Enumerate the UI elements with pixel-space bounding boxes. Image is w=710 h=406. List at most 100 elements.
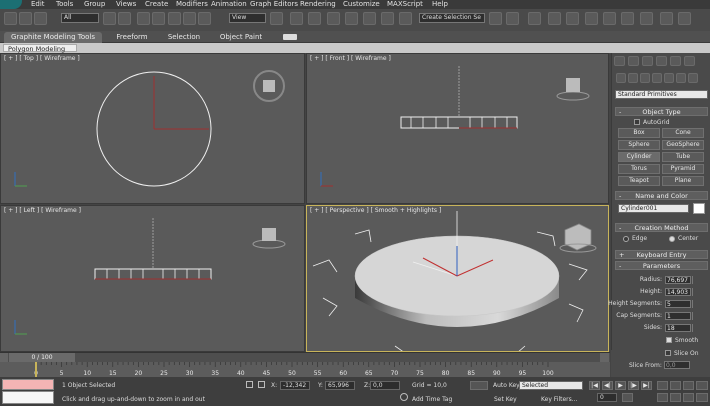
transform-mode-icon[interactable] (258, 381, 265, 388)
link-icon[interactable] (4, 12, 17, 25)
viewport-top-label[interactable]: [ + ] [ Top ] [ Wireframe ] (4, 55, 80, 62)
sides-field[interactable]: 18 (665, 324, 691, 332)
menu-maxscript[interactable]: MAXScript (387, 0, 423, 9)
tab-object-paint[interactable]: Object Paint (215, 32, 267, 43)
select-manipulate-icon[interactable] (290, 12, 303, 25)
radius-spinner[interactable] (692, 276, 697, 284)
go-to-start-icon[interactable]: |◀ (589, 381, 600, 390)
previous-frame-icon[interactable]: ◀| (602, 381, 613, 390)
material-editor-icon[interactable] (603, 12, 616, 25)
height-field[interactable]: 14,903 (665, 288, 691, 296)
schematic-view-icon[interactable] (585, 12, 598, 25)
time-slider-thumb[interactable]: 0 / 100 (9, 353, 75, 362)
space-warps-icon[interactable] (676, 73, 686, 83)
geosphere-button[interactable]: GeoSphere (662, 140, 704, 150)
cameras-icon[interactable] (652, 73, 662, 83)
radius-field[interactable]: 76,697 (665, 276, 691, 284)
systems-icon[interactable] (688, 73, 698, 83)
menu-rendering[interactable]: Rendering (300, 0, 336, 9)
key-filters-button[interactable]: Key Filters... (541, 396, 578, 403)
maxscript-listener-white[interactable] (2, 391, 54, 404)
height-spinner[interactable] (692, 288, 697, 296)
time-configuration-icon[interactable] (622, 393, 633, 402)
rendered-frame-window-icon[interactable] (640, 12, 653, 25)
object-color-swatch[interactable] (693, 203, 705, 214)
cone-button[interactable]: Cone (662, 128, 704, 138)
tube-button[interactable]: Tube (662, 152, 704, 162)
current-frame-marker[interactable] (35, 362, 37, 377)
selection-filter-dropdown[interactable]: All (61, 13, 99, 23)
auto-key-button[interactable]: Auto Key (493, 382, 520, 389)
track-bar[interactable]: 0510152025303540455055606570758085909510… (0, 362, 610, 377)
torus-button[interactable]: Torus (618, 164, 660, 174)
lights-icon[interactable] (640, 73, 650, 83)
create-tab-icon[interactable] (614, 56, 625, 66)
lock-selection-icon[interactable] (246, 381, 253, 388)
maximize-viewport-icon[interactable] (696, 393, 708, 402)
motion-tab-icon[interactable] (656, 56, 667, 66)
category-dropdown[interactable]: Standard Primitives (615, 90, 708, 99)
rotate-icon[interactable] (183, 12, 196, 25)
pyramid-button[interactable]: Pyramid (662, 164, 704, 174)
height-segments-spinner[interactable] (692, 300, 697, 308)
zoom-extents-icon[interactable] (683, 381, 694, 390)
zoom-all-icon[interactable] (670, 381, 681, 390)
sides-spinner[interactable] (692, 324, 697, 332)
spinner-snap-icon[interactable] (381, 12, 394, 25)
unlink-icon[interactable] (19, 12, 32, 25)
tab-selection[interactable]: Selection (163, 32, 205, 43)
zoom-extents-all-icon[interactable] (696, 381, 708, 390)
menu-help[interactable]: Help (432, 0, 448, 9)
snaps-toggle-icon[interactable] (327, 12, 340, 25)
viewport-top[interactable]: [ + ] [ Top ] [ Wireframe ] (0, 53, 305, 204)
rollout-parameters[interactable]: - Parameters (615, 261, 708, 270)
tab-graphite-modeling-tools[interactable]: Graphite Modeling Tools (4, 32, 102, 43)
reference-coordinate-dropdown[interactable]: View (229, 13, 266, 23)
x-coordinate-field[interactable]: -12,342 (280, 381, 310, 390)
menu-tools[interactable]: Tools (56, 0, 73, 9)
scale-icon[interactable] (198, 12, 211, 25)
pan-view-icon[interactable] (670, 393, 681, 402)
polygon-modeling-button[interactable]: Polygon Modeling (3, 44, 77, 53)
rollout-keyboard-entry[interactable]: + Keyboard Entry (615, 250, 708, 259)
render-iterative-icon[interactable] (678, 12, 691, 25)
render-production-icon[interactable] (660, 12, 673, 25)
ribbon-options-icon[interactable] (283, 34, 297, 40)
orbit-icon[interactable] (683, 393, 694, 402)
height-segments-field[interactable]: 5 (665, 300, 691, 308)
rollout-name-and-color[interactable]: - Name and Color (615, 191, 708, 200)
z-coordinate-field[interactable]: 0,0 (370, 381, 400, 390)
zoom-icon[interactable] (657, 381, 668, 390)
field-of-view-icon[interactable] (657, 393, 668, 402)
render-setup-icon[interactable] (621, 12, 634, 25)
viewport-perspective[interactable]: [ + ] [ Perspective ] [ Smooth + Highlig… (306, 205, 609, 352)
rollout-object-type[interactable]: - Object Type (615, 107, 708, 116)
center-radio[interactable] (669, 236, 675, 242)
mirror-icon[interactable] (489, 12, 502, 25)
menu-views[interactable]: Views (116, 0, 136, 9)
menu-customize[interactable]: Customize (343, 0, 380, 9)
slice-from-field[interactable]: 0,0 (664, 361, 690, 369)
plane-button[interactable]: Plane (662, 176, 704, 186)
menu-edit[interactable]: Edit (31, 0, 45, 9)
cap-segments-spinner[interactable] (692, 312, 697, 320)
window-crossing-icon[interactable] (152, 12, 165, 25)
slice-on-checkbox[interactable] (665, 350, 671, 356)
cylinder-button[interactable]: Cylinder (618, 152, 660, 162)
utilities-tab-icon[interactable] (684, 56, 695, 66)
angle-snap-icon[interactable] (345, 12, 358, 25)
display-tab-icon[interactable] (670, 56, 681, 66)
smooth-checkbox[interactable] (666, 337, 672, 343)
named-selection-dropdown[interactable]: Create Selection Se (419, 13, 485, 23)
geometry-icon[interactable] (616, 73, 626, 83)
maxscript-listener-pink[interactable] (2, 379, 54, 390)
autogrid-checkbox[interactable] (634, 119, 640, 125)
go-to-end-icon[interactable]: ▶| (641, 381, 652, 390)
current-frame-field[interactable]: 0 (597, 393, 617, 402)
menu-modifiers[interactable]: Modifiers (176, 0, 208, 9)
edit-named-selection-icon[interactable] (399, 12, 412, 25)
object-name-field[interactable]: Cylinder001 (618, 204, 689, 213)
app-logo-icon[interactable] (0, 0, 22, 9)
layer-manager-icon[interactable] (528, 12, 541, 25)
key-icon[interactable] (470, 381, 488, 390)
